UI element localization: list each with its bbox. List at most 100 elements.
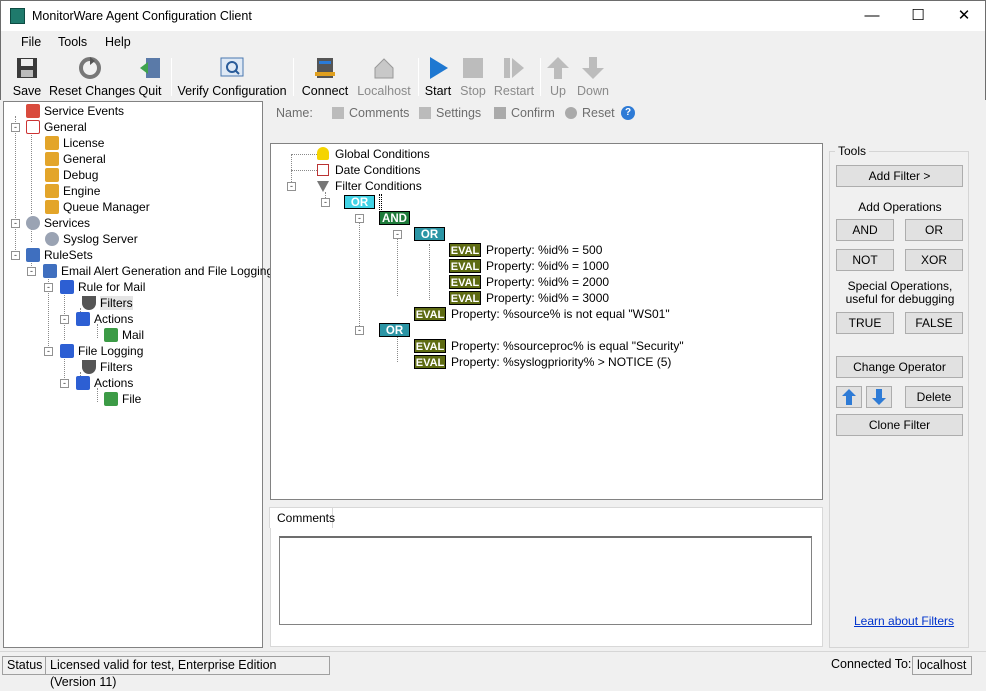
tree-collapse-toggle[interactable]: - bbox=[27, 267, 36, 276]
clone-filter-button[interactable]: Clone Filter bbox=[836, 414, 963, 436]
eval-condition[interactable]: Property: %source% is not equal "WS01" bbox=[451, 307, 670, 321]
help-icon[interactable]: ? bbox=[621, 106, 635, 120]
tree-collapse-toggle[interactable]: - bbox=[321, 198, 330, 207]
filter-conditions-node[interactable]: Filter Conditions bbox=[317, 179, 422, 193]
home-icon bbox=[374, 58, 394, 79]
add-false-button[interactable]: FALSE bbox=[905, 312, 963, 334]
debug-icon bbox=[45, 168, 59, 182]
tree-item-actions-file[interactable]: Actions bbox=[76, 375, 133, 391]
configuration-tree[interactable]: Service Events - General License General… bbox=[3, 101, 273, 648]
eval-condition[interactable]: Property: %sourceproc% is equal "Securit… bbox=[451, 339, 684, 353]
add-or-button[interactable]: OR bbox=[905, 219, 963, 241]
tree-collapse-toggle[interactable]: - bbox=[11, 123, 20, 132]
tree-item-rulesets[interactable]: RuleSets bbox=[26, 247, 93, 263]
tree-item-mail[interactable]: Mail bbox=[104, 327, 144, 343]
verify-configuration-button[interactable]: Verify Configuration bbox=[177, 56, 287, 98]
tree-item-license[interactable]: License bbox=[45, 135, 104, 151]
tree-collapse-toggle[interactable]: - bbox=[44, 347, 53, 356]
filter-conditions-tree[interactable]: - - - - - Global Conditions Date Conditi… bbox=[270, 143, 823, 500]
delete-button[interactable]: Delete bbox=[905, 386, 963, 408]
tree-item-general-settings[interactable]: General bbox=[45, 151, 106, 167]
tree-item-queue-manager[interactable]: Queue Manager bbox=[45, 199, 150, 215]
move-up-button[interactable] bbox=[836, 386, 862, 408]
play-icon bbox=[430, 57, 448, 79]
gear-icon bbox=[26, 216, 40, 230]
operator-or-inner[interactable]: OR bbox=[414, 227, 445, 241]
operator-or-bottom[interactable]: OR bbox=[379, 323, 410, 337]
menu-help[interactable]: Help bbox=[105, 35, 131, 49]
tree-item-file[interactable]: File bbox=[104, 391, 141, 407]
tree-collapse-toggle[interactable]: - bbox=[60, 315, 69, 324]
tree-line bbox=[15, 116, 16, 256]
tree-item-services[interactable]: Services bbox=[26, 215, 90, 231]
comments-button[interactable]: Comments bbox=[332, 106, 409, 120]
add-filter-button[interactable]: Add Filter > bbox=[836, 165, 963, 187]
license-status: Licensed valid for test, Enterprise Edit… bbox=[45, 656, 330, 689]
add-xor-button[interactable]: XOR bbox=[905, 249, 963, 271]
add-and-button[interactable]: AND bbox=[836, 219, 894, 241]
restart-button[interactable]: Restart bbox=[493, 56, 535, 98]
tree-collapse-toggle[interactable]: - bbox=[11, 219, 20, 228]
down-button[interactable]: Down bbox=[575, 56, 611, 98]
confirm-button[interactable]: Confirm bbox=[494, 106, 555, 120]
minimize-button[interactable]: — bbox=[849, 1, 895, 31]
tree-collapse-toggle[interactable]: - bbox=[393, 230, 402, 239]
tree-item-general[interactable]: General bbox=[26, 119, 87, 135]
tree-collapse-toggle[interactable]: - bbox=[60, 379, 69, 388]
operator-and[interactable]: AND bbox=[379, 211, 410, 225]
global-conditions-node[interactable]: Global Conditions bbox=[317, 147, 430, 161]
actions-icon bbox=[76, 312, 90, 326]
add-true-button[interactable]: TRUE bbox=[836, 312, 894, 334]
save-button[interactable]: Save bbox=[11, 56, 43, 98]
eval-condition[interactable]: Property: %id% = 500 bbox=[486, 243, 602, 257]
eval-condition[interactable]: Property: %id% = 2000 bbox=[486, 275, 609, 289]
tree-item-debug[interactable]: Debug bbox=[45, 167, 98, 183]
learn-about-filters-link[interactable]: Learn about Filters bbox=[854, 614, 954, 628]
start-button[interactable]: Start bbox=[423, 56, 453, 98]
tree-item-ruleset-email[interactable]: Email Alert Generation and File Logging bbox=[43, 263, 273, 279]
tree-item-actions-mail[interactable]: Actions bbox=[76, 311, 133, 327]
localhost-button[interactable]: Localhost bbox=[356, 56, 412, 98]
comments-textarea[interactable] bbox=[279, 536, 812, 625]
eval-condition[interactable]: Property: %id% = 3000 bbox=[486, 291, 609, 305]
comments-icon bbox=[332, 107, 344, 119]
eval-condition[interactable]: Property: %syslogpriority% > NOTICE (5) bbox=[451, 355, 671, 369]
settings-icon bbox=[45, 152, 59, 166]
settings-button[interactable]: Settings bbox=[419, 106, 481, 120]
tree-item-service-events[interactable]: Service Events bbox=[26, 103, 124, 119]
up-button[interactable]: Up bbox=[545, 56, 571, 98]
move-down-button[interactable] bbox=[866, 386, 892, 408]
app-icon bbox=[10, 8, 25, 24]
tree-collapse-toggle[interactable]: - bbox=[355, 214, 364, 223]
reset-button[interactable]: Reset bbox=[565, 106, 615, 120]
tree-item-rule-for-mail[interactable]: Rule for Mail bbox=[60, 279, 145, 295]
tree-collapse-toggle[interactable]: - bbox=[287, 182, 296, 191]
tree-item-file-logging[interactable]: File Logging bbox=[60, 343, 143, 359]
tree-item-engine[interactable]: Engine bbox=[45, 183, 100, 199]
tree-collapse-toggle[interactable]: - bbox=[44, 283, 53, 292]
close-button[interactable]: ✕ bbox=[941, 1, 986, 31]
connect-button[interactable]: Connect bbox=[300, 56, 350, 98]
add-not-button[interactable]: NOT bbox=[836, 249, 894, 271]
add-operations-label: Add Operations bbox=[858, 200, 942, 214]
change-operator-button[interactable]: Change Operator bbox=[836, 356, 963, 378]
tree-item-filters-file[interactable]: Filters bbox=[82, 359, 133, 375]
stop-button[interactable]: Stop bbox=[458, 56, 488, 98]
maximize-button[interactable]: ☐ bbox=[895, 1, 941, 31]
menu-file[interactable]: File bbox=[21, 35, 41, 49]
tree-item-syslog-server[interactable]: Syslog Server bbox=[45, 231, 138, 247]
comments-tab[interactable]: Comments bbox=[269, 507, 335, 528]
tree-collapse-toggle[interactable]: - bbox=[355, 326, 364, 335]
quit-button[interactable]: Quit bbox=[135, 56, 165, 98]
actions-icon bbox=[76, 376, 90, 390]
arrow-down-icon bbox=[582, 57, 604, 79]
date-conditions-node[interactable]: Date Conditions bbox=[317, 163, 420, 177]
tree-line bbox=[291, 170, 317, 171]
calendar-icon bbox=[317, 164, 329, 176]
operator-or-root[interactable]: OR bbox=[344, 195, 375, 209]
reset-changes-button[interactable]: Reset Changes bbox=[49, 56, 135, 98]
tree-item-filters-mail[interactable]: Filters bbox=[82, 295, 133, 311]
eval-condition[interactable]: Property: %id% = 1000 bbox=[486, 259, 609, 273]
menu-tools[interactable]: Tools bbox=[58, 35, 87, 49]
tree-collapse-toggle[interactable]: - bbox=[11, 251, 20, 260]
